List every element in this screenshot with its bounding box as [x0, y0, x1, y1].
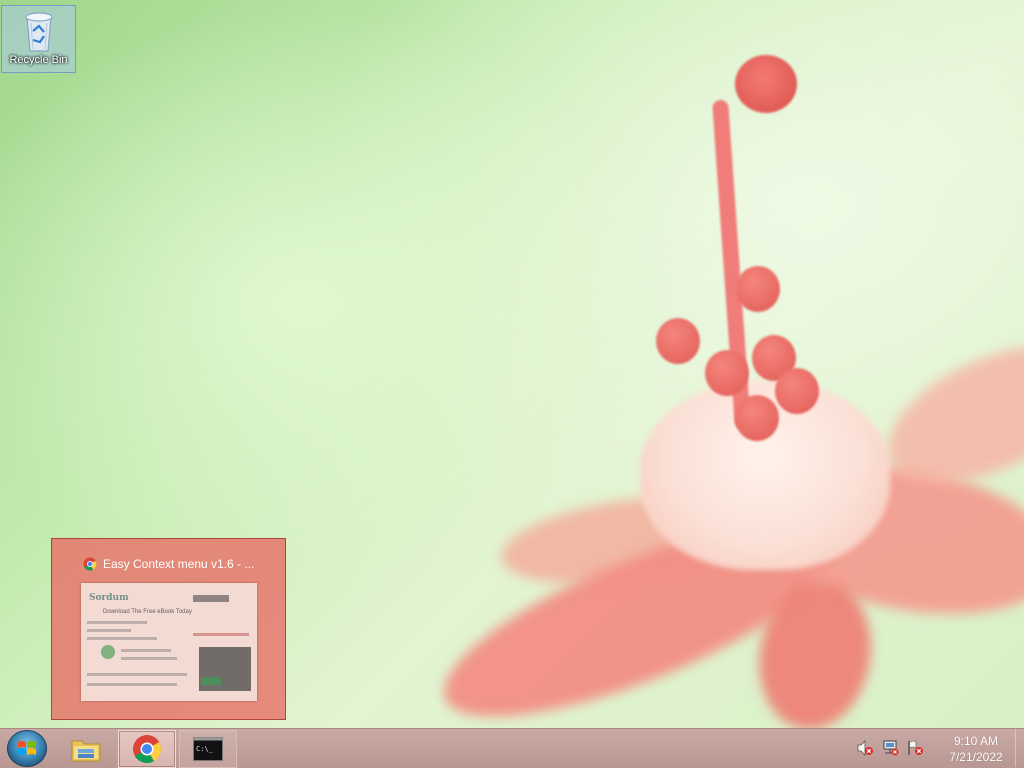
cmd-prompt-text: C:\_	[196, 745, 214, 753]
clock[interactable]: 9:10 AM 7/21/2022	[934, 733, 1018, 765]
flower-anther	[705, 350, 749, 396]
recycle-bin-icon	[24, 12, 53, 52]
desktop[interactable]: Recycle Bin Easy Context menu v1.6 - ...…	[0, 0, 1024, 728]
chrome-icon	[83, 557, 97, 571]
thumbnail-text-line	[87, 621, 147, 624]
flower-anther	[775, 368, 819, 414]
show-desktop-button[interactable]	[1015, 729, 1024, 767]
thumbnail-text-line	[87, 673, 187, 676]
system-tray: 9:10 AM 7/21/2022	[854, 729, 1024, 767]
flower-anther	[735, 395, 779, 441]
thumbnail-text-line	[121, 649, 171, 652]
flower-stigma	[735, 55, 797, 113]
thumbnail-text-line	[87, 629, 131, 632]
desktop-icon-label: Recycle Bin	[9, 54, 68, 66]
thumbnail-headline: Download The Free eBook Today	[103, 609, 192, 615]
thumbnail-share-bar	[193, 633, 249, 636]
desktop-icon-recycle-bin[interactable]: Recycle Bin	[1, 5, 76, 73]
thumbnail-title: Easy Context menu v1.6 - ...	[103, 557, 255, 571]
thumbnail-text-line	[121, 657, 177, 660]
folder-icon	[71, 740, 101, 762]
flower-anther	[656, 318, 700, 364]
thumbnail-page-content: Sordum Download The Free eBook Today	[81, 583, 257, 701]
thumbnail-text-line	[87, 637, 157, 640]
chrome-icon	[133, 735, 161, 763]
clock-date: 7/21/2022	[949, 750, 1003, 764]
volume-muted-icon[interactable]	[856, 740, 874, 756]
thumbnail-download-button	[193, 595, 229, 602]
taskbar: C:\_ 9:10 AM 7/21/2022	[0, 728, 1024, 768]
clock-time: 9:10 AM	[953, 734, 999, 748]
thumbnail-site-logo: Sordum	[89, 593, 129, 603]
start-button[interactable]	[7, 730, 47, 767]
windows-logo-icon	[18, 741, 36, 755]
cmd-icon: C:\_	[193, 737, 223, 761]
taskbar-button-file-explorer[interactable]	[57, 730, 115, 768]
thumbnail-text-line	[87, 683, 177, 686]
thumbnail-ad-button	[201, 677, 221, 685]
flower-anther	[736, 266, 780, 312]
thumbnail-image	[101, 645, 115, 659]
taskbar-button-chrome[interactable]	[118, 730, 176, 768]
taskbar-button-command-prompt[interactable]: C:\_	[179, 730, 237, 768]
taskbar-thumbnail-preview[interactable]: Easy Context menu v1.6 - ... Sordum Down…	[51, 538, 286, 720]
action-center-flag-icon[interactable]	[906, 740, 924, 756]
network-disconnected-icon[interactable]	[881, 740, 899, 756]
